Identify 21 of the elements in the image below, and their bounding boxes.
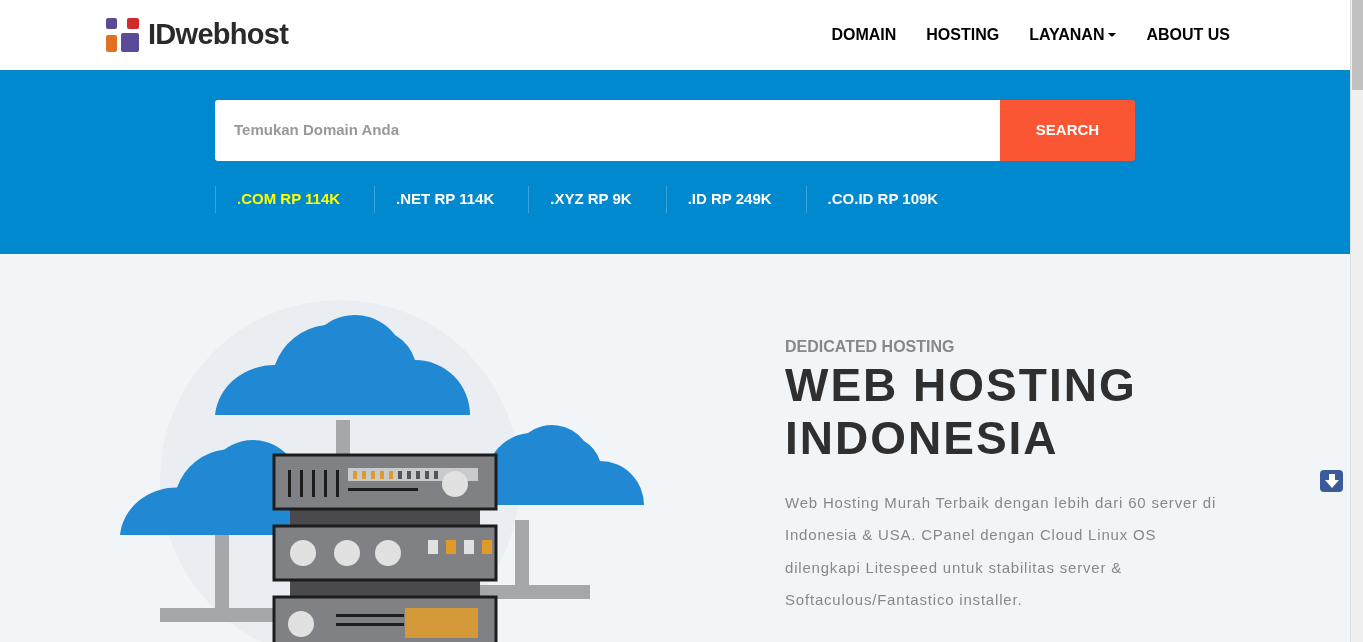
search-button[interactable]: SEARCH bbox=[1000, 100, 1135, 161]
scroll-down-button[interactable] bbox=[1320, 470, 1343, 492]
domain-price-link[interactable]: .CO.ID RP 109K bbox=[805, 186, 960, 213]
nav-link[interactable]: LAYANAN bbox=[1029, 23, 1117, 47]
hero-title: WEB HOSTING INDONESIA bbox=[785, 359, 1138, 465]
scrollbar-thumb[interactable] bbox=[1352, 0, 1363, 90]
nav-link[interactable]: DOMAIN bbox=[831, 23, 897, 47]
nav-link[interactable]: ABOUT US bbox=[1146, 23, 1230, 47]
domain-price-link[interactable]: .COM RP 114K bbox=[215, 186, 362, 213]
hero-description: Web Hosting Murah Terbaik dengan lebih dari 60 server di Indonesia & USA. CPanel dengan Cloud Linux OS dilengkapi Litespeed untuk stabilitas server & Softaculous/Fantastico installer. bbox=[785, 492, 1218, 611]
domain-price-link[interactable]: .ID RP 249K bbox=[665, 186, 793, 213]
logo-icon bbox=[106, 18, 140, 52]
domain-search-field[interactable]: Temukan Domain Anda bbox=[215, 100, 1000, 161]
scrollbar[interactable] bbox=[1350, 0, 1363, 642]
domain-price-link[interactable]: .XYZ RP 9K bbox=[528, 186, 653, 213]
domain-price-link[interactable]: .NET RP 114K bbox=[374, 186, 516, 213]
logo-text[interactable]: IDwebhost bbox=[148, 13, 289, 57]
down-arrow-icon bbox=[1324, 474, 1339, 488]
caret-icon bbox=[1108, 32, 1117, 38]
nav-link[interactable]: HOSTING bbox=[926, 23, 1000, 47]
hero-eyebrow: DEDICATED HOSTING bbox=[785, 337, 956, 357]
